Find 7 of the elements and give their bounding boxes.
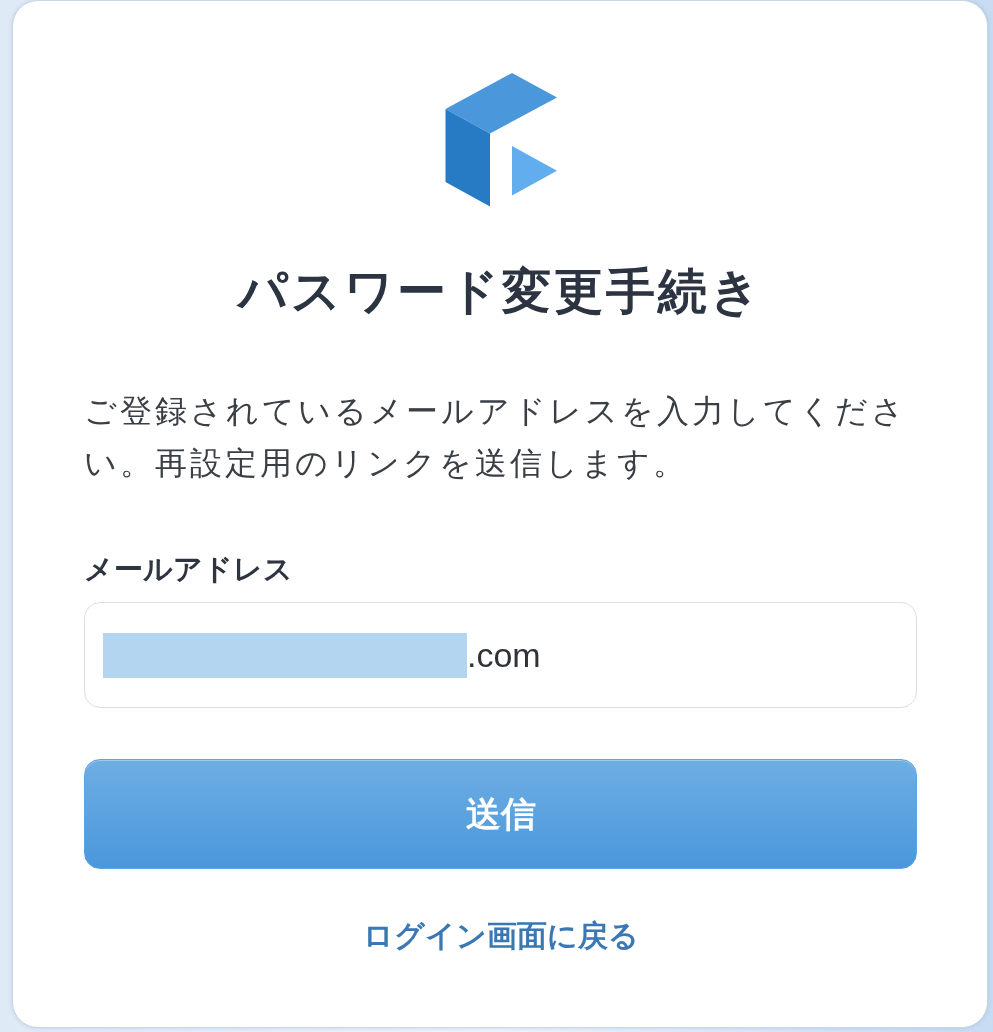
back-to-login-link[interactable]: ログイン画面に戻る xyxy=(362,916,639,956)
email-field[interactable]: .com xyxy=(84,602,917,708)
cube-play-logo-icon xyxy=(444,73,557,207)
submit-button[interactable]: 送信 xyxy=(84,759,917,869)
page-title: パスワード変更手続き xyxy=(238,263,763,320)
email-label: メールアドレス xyxy=(84,552,293,587)
instruction-text: ご登録されているメールアドレスを入力してください。再設定用のリンクを送信します。 xyxy=(84,392,908,483)
